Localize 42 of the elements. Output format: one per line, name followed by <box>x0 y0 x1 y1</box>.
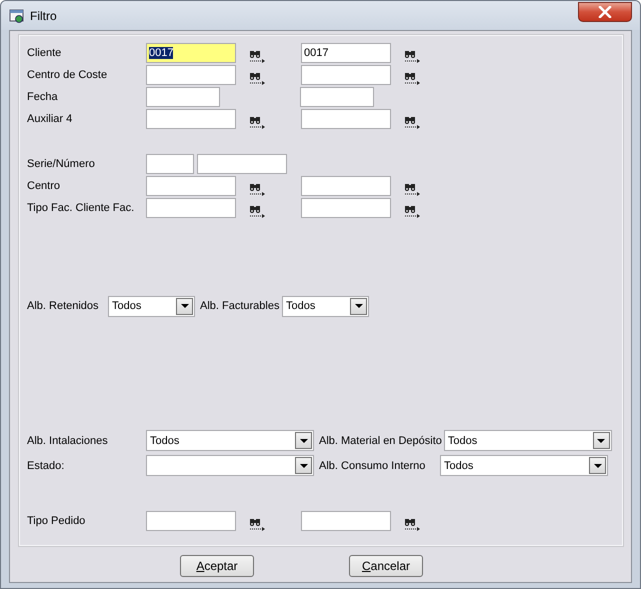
text-field[interactable] <box>301 65 391 85</box>
window-title: Filtro <box>30 8 57 22</box>
field-label: Serie/Número <box>27 158 96 170</box>
text-field[interactable] <box>146 65 236 85</box>
dialog-button[interactable]: Aceptar <box>180 555 254 577</box>
field-label: Tipo Pedido <box>27 515 86 527</box>
field-label: Centro <box>27 180 62 192</box>
window-icon <box>9 8 25 24</box>
text-field[interactable] <box>146 198 236 218</box>
dropdown[interactable]: Todos <box>444 430 612 451</box>
field-label: Alb. Retenidos <box>27 300 100 312</box>
dialog-button[interactable]: Cancelar <box>349 555 423 577</box>
text-field[interactable] <box>146 87 220 107</box>
text-field[interactable]: 0017 <box>146 43 236 63</box>
close-icon <box>598 6 612 18</box>
field-label: Cliente <box>27 47 62 59</box>
dropdown[interactable]: Todos <box>282 296 369 316</box>
text-field[interactable] <box>301 109 391 129</box>
field-label: Fecha <box>27 91 59 103</box>
text-field[interactable] <box>146 154 194 174</box>
text-field[interactable] <box>300 87 374 107</box>
field-label: Centro de Coste <box>27 69 108 81</box>
field-label: Alb. Material en Depósito <box>319 434 442 446</box>
dropdown[interactable]: Todos <box>440 455 608 476</box>
dropdown[interactable]: Todos <box>108 296 195 316</box>
field-label: Alb. Facturables <box>200 300 280 312</box>
dropdown[interactable]: Todos <box>146 430 314 451</box>
field-label: Alb. Consumo Interno <box>319 460 426 472</box>
text-field[interactable] <box>301 198 391 218</box>
text-field[interactable] <box>301 511 391 531</box>
dropdown[interactable] <box>146 455 314 476</box>
field-label: Auxiliar 4 <box>27 113 74 125</box>
text-field[interactable] <box>146 109 236 129</box>
text-field[interactable] <box>146 511 236 531</box>
field-label: Tipo Fac. Cliente Fac. <box>27 202 136 214</box>
text-field[interactable] <box>146 176 236 196</box>
text-field[interactable]: 0017 <box>301 43 391 63</box>
field-label: Alb. Intalaciones <box>27 434 109 446</box>
field-label: Estado: <box>27 460 66 472</box>
close-button[interactable] <box>578 2 632 22</box>
text-field[interactable] <box>301 176 391 196</box>
text-field[interactable] <box>197 154 287 174</box>
